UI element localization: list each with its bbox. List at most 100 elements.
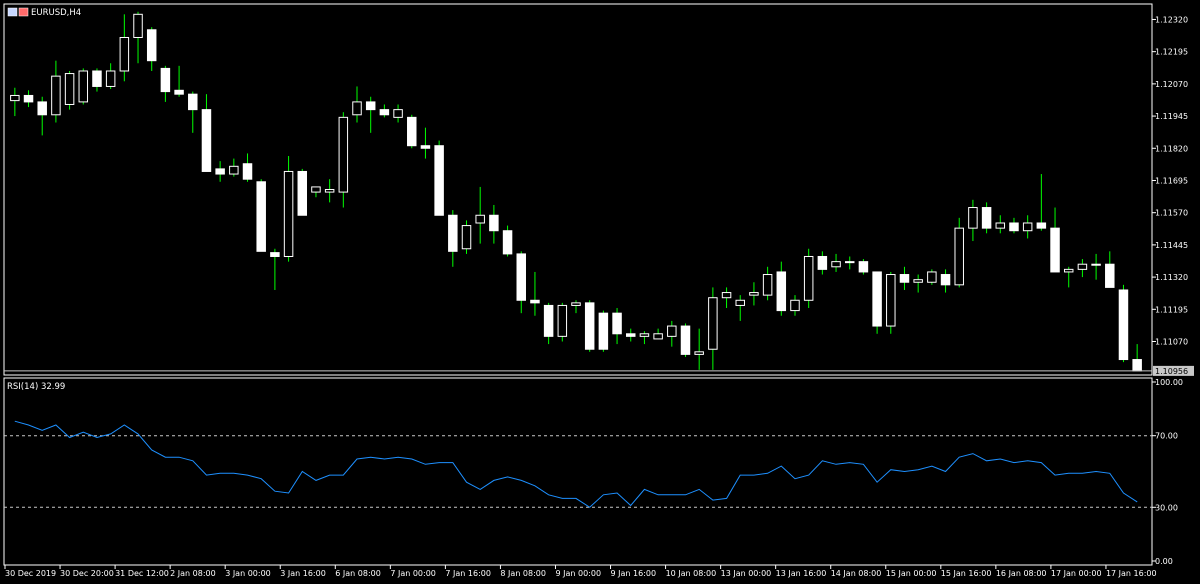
candle (119, 14, 130, 82)
time-tick-label: 7 Jan 00:00 (390, 569, 436, 578)
candle (913, 274, 923, 293)
candle-body (776, 271, 787, 312)
candle-body (1105, 263, 1115, 288)
candle-body (1118, 289, 1129, 361)
candle (256, 179, 266, 252)
candle-body (543, 304, 554, 337)
candle (365, 96, 376, 133)
candle-body (1022, 222, 1033, 232)
price-tick-label: 1.12320 (1155, 15, 1188, 24)
candle (612, 308, 622, 345)
candle (502, 225, 513, 257)
candle (51, 60, 61, 123)
candle-body (51, 75, 61, 116)
candle (543, 302, 554, 345)
time-tick-label: 15 Jan 16:00 (941, 569, 992, 578)
candle (461, 220, 472, 254)
time-tick-label: 3 Jan 16:00 (280, 569, 326, 578)
candle-body (64, 73, 75, 105)
rsi-label: RSI(14) 32.99 (7, 382, 65, 392)
candles (10, 11, 1142, 372)
time-tick-label: 2 Jan 08:00 (170, 569, 216, 578)
candle-body (1036, 222, 1047, 229)
candle-body (1009, 222, 1019, 232)
time-tick-label: 31 Dec 12:00 (115, 569, 169, 578)
candle-body (475, 214, 485, 224)
candle-body (721, 292, 732, 299)
candle-body (817, 255, 828, 270)
candle (735, 295, 745, 321)
time-axis: 30 Dec 2019 30 Dec 20:00 31 Dec 12:00 2 Jan… (4, 565, 1157, 578)
flag-eu-icon (7, 7, 18, 17)
candle-body (927, 271, 937, 283)
price-tick-label: 1.11570 (1155, 209, 1188, 218)
candle (968, 199, 978, 242)
candle (434, 140, 444, 216)
candle (311, 186, 321, 198)
candle (598, 310, 609, 352)
candle (393, 104, 403, 123)
rsi-tick-label: 0.00 (1155, 557, 1173, 566)
rsi-tick-label: 70.00 (1155, 432, 1178, 441)
candle-body (37, 101, 47, 116)
candle (626, 328, 636, 342)
candle (283, 156, 294, 262)
candle (530, 271, 540, 316)
candle (1091, 253, 1101, 280)
candle (1105, 251, 1115, 288)
candle-body (899, 274, 910, 283)
candle (133, 11, 143, 64)
candle (667, 320, 677, 347)
candle-body (872, 271, 882, 327)
candle-body (571, 302, 581, 306)
candle (516, 251, 526, 314)
candle (201, 94, 212, 172)
candle (886, 271, 896, 334)
candle-body (146, 29, 157, 62)
candle-body (365, 101, 376, 111)
candle (489, 204, 499, 244)
candle (324, 179, 335, 203)
candle-body (393, 109, 403, 118)
candle (1132, 344, 1142, 372)
candle (160, 65, 171, 102)
candle-body (680, 325, 691, 355)
time-tick-label: 15 Jan 00:00 (886, 569, 937, 578)
price-tick-label: 1.11820 (1155, 144, 1188, 153)
candle (270, 248, 280, 290)
time-tick-label: 3 Jan 00:00 (225, 569, 271, 578)
candle-body (803, 255, 814, 301)
candle-body (324, 189, 335, 193)
candle (817, 251, 828, 275)
candle-body (229, 165, 239, 175)
candle (1022, 215, 1033, 239)
candle (188, 91, 198, 133)
candle-body (762, 274, 773, 296)
candle-body (502, 230, 513, 255)
candle-body (242, 163, 253, 180)
candle (708, 287, 718, 370)
candle-body (639, 333, 650, 337)
rsi-line (14, 420, 1138, 508)
candle-body (995, 222, 1006, 229)
candle (379, 104, 390, 118)
candle (749, 282, 759, 306)
candle-body (420, 145, 431, 149)
candle (448, 210, 458, 267)
candle (790, 295, 800, 316)
time-tick-label: 9 Jan 16:00 (611, 569, 657, 578)
candle-body (311, 186, 321, 193)
candle (680, 323, 691, 357)
current-price-line: 1.10956 (4, 365, 1194, 376)
candle (995, 215, 1006, 234)
candle-body (270, 252, 280, 257)
current-price-label: 1.10956 (1155, 367, 1188, 376)
candle (146, 27, 157, 71)
candle-body (1077, 263, 1088, 270)
candle-body (1132, 359, 1142, 372)
candle (940, 269, 951, 293)
candle-body (981, 207, 992, 229)
rsi-axis: 100.00 70.00 30.00 0.00 (4, 378, 1183, 566)
candle-body (119, 36, 130, 72)
candle (981, 202, 992, 234)
